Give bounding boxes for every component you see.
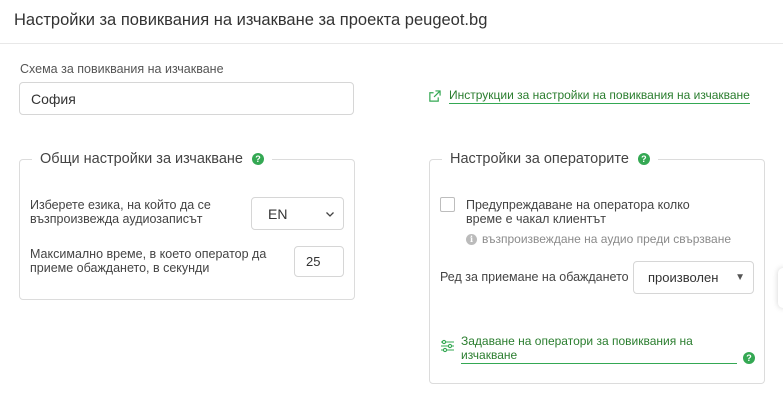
page-title: Настройки за повиквания на изчакване за …	[14, 11, 488, 29]
operators-settings-panel: Настройки за операторите ? Предупреждава…	[429, 151, 765, 384]
language-value: EN	[268, 205, 288, 222]
assign-operators-link[interactable]: Задаване на оператори за повиквания на и…	[440, 334, 737, 364]
caret-down-icon: ▼	[735, 272, 745, 283]
help-icon[interactable]: ?	[251, 153, 264, 165]
page-header: Настройки за повиквания на изчакване за …	[0, 0, 783, 44]
chevron-down-icon	[326, 211, 334, 217]
scheme-input[interactable]	[19, 82, 354, 115]
info-icon: i	[466, 233, 477, 245]
external-link-icon	[429, 89, 441, 102]
help-icon[interactable]: ?	[743, 352, 755, 364]
call-order-select[interactable]: произволен ▼	[633, 261, 754, 294]
instructions-link-text: Инструкции за настройки на повиквания на…	[449, 88, 750, 104]
audio-hint: i възпроизвеждане на аудио преди свързва…	[466, 232, 731, 246]
sliders-icon	[441, 339, 454, 353]
side-panel-edge[interactable]	[778, 268, 783, 308]
max-time-label: Максимално време, в което оператор да пр…	[30, 247, 267, 275]
call-order-label: Ред за приемане на обаждането	[440, 270, 629, 284]
call-order-value: произволен	[648, 270, 719, 285]
scheme-label: Схема за повиквания на изчакване	[20, 62, 224, 76]
language-select[interactable]: EN	[251, 197, 344, 230]
general-settings-title-text: Общи настройки за изчакване	[40, 151, 243, 167]
warn-operator-checkbox[interactable]	[440, 197, 455, 212]
assign-operators-text: Задаване на оператори за повиквания на и…	[461, 334, 737, 364]
operators-settings-title: Настройки за операторите ?	[442, 151, 658, 167]
general-settings-panel: Общи настройки за изчакване ? Изберете е…	[19, 151, 355, 300]
help-icon[interactable]: ?	[637, 153, 650, 165]
operators-settings-title-text: Настройки за операторите	[450, 151, 629, 167]
audio-hint-text: възпроизвеждане на аудио преди свързване	[482, 232, 731, 246]
instructions-link[interactable]: Инструкции за настройки на повиквания на…	[428, 88, 750, 104]
max-time-input[interactable]	[294, 246, 344, 277]
language-label: Изберете езика, на който да се възпроизв…	[30, 198, 211, 226]
general-settings-title: Общи настройки за изчакване ?	[32, 151, 272, 167]
warn-operator-label: Предупреждаване на оператора колко време…	[466, 198, 690, 226]
